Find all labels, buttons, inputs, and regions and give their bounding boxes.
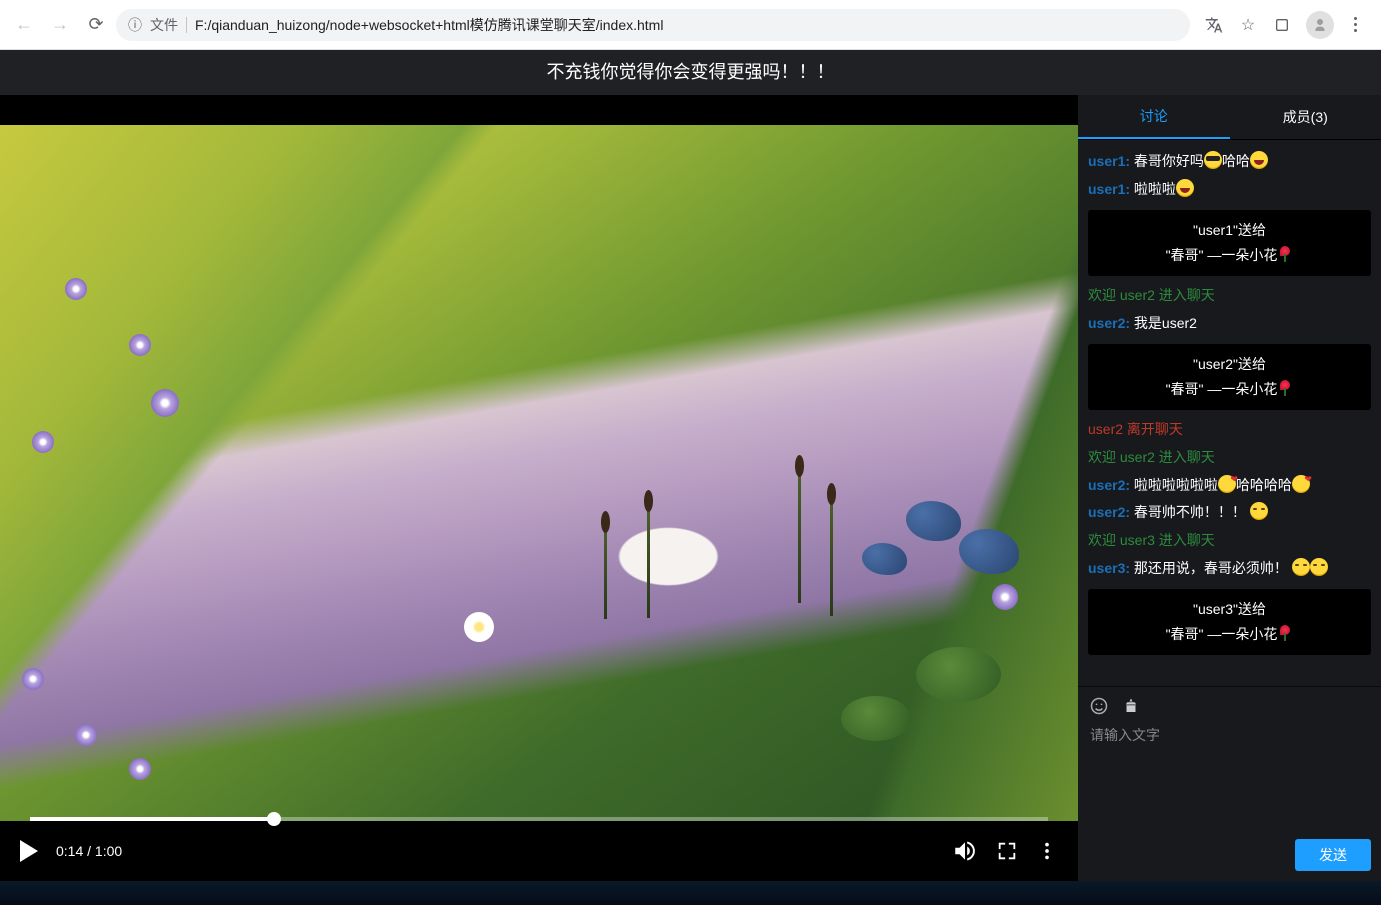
laugh-emoji-icon	[1176, 179, 1194, 197]
volume-button[interactable]	[952, 838, 978, 864]
tab-discuss[interactable]: 讨论	[1078, 95, 1230, 139]
chat-input-area: 请输入文字 发送	[1078, 686, 1381, 881]
progress-fill	[30, 817, 274, 821]
username: user3:	[1088, 560, 1130, 576]
main-area: 0:14 / 1:00 讨论 成员(3) user1: 春哥你好吗哈哈u	[0, 95, 1381, 881]
address-bar[interactable]: ⓘ 文件 F:/qianduan_huizong/node+websocket+…	[116, 9, 1190, 41]
translate-icon[interactable]	[1204, 15, 1224, 35]
chat-tabs: 讨论 成员(3)	[1078, 95, 1381, 140]
think-emoji-icon	[1292, 558, 1310, 576]
gift-message: "user2"送给"春哥" —一朵小花	[1088, 344, 1371, 410]
username: user1:	[1088, 153, 1130, 169]
username: user2:	[1088, 477, 1130, 493]
message-list[interactable]: user1: 春哥你好吗哈哈 user1: 啦啦啦 "user1"送给"春哥" —一…	[1078, 140, 1381, 686]
reload-button[interactable]: ⟳	[80, 9, 112, 41]
info-icon: ⓘ	[128, 15, 142, 35]
back-button[interactable]: ←	[8, 9, 40, 41]
cool-emoji-icon	[1204, 151, 1222, 169]
browser-toolbar: ← → ⟳ ⓘ 文件 F:/qianduan_huizong/node+webs…	[0, 0, 1381, 50]
rose-icon	[1277, 380, 1293, 396]
profile-avatar[interactable]	[1306, 11, 1334, 39]
chat-message: user1: 啦啦啦	[1088, 178, 1371, 202]
username: user2:	[1088, 504, 1130, 520]
think-emoji-icon	[1310, 558, 1328, 576]
separator	[186, 17, 187, 33]
chat-message: user2: 春哥帅不帅！！！	[1088, 501, 1371, 525]
forward-button[interactable]: →	[44, 9, 76, 41]
os-taskbar[interactable]	[0, 881, 1381, 905]
browser-actions: ☆	[1204, 11, 1363, 39]
laugh-emoji-icon	[1250, 151, 1268, 169]
chat-message: user2: 我是user2	[1088, 312, 1371, 336]
bookmark-icon[interactable]: ☆	[1238, 15, 1258, 35]
tab-members[interactable]: 成员(3)	[1230, 95, 1381, 139]
rose-icon	[1277, 246, 1293, 262]
file-label: 文件	[150, 15, 178, 35]
system-join: 欢迎 user3 进入聊天	[1088, 529, 1371, 553]
chat-message: user2: 啦啦啦啦啦啦哈哈哈哈	[1088, 474, 1371, 498]
time-display: 0:14 / 1:00	[56, 843, 122, 859]
banner-text: 不充钱你觉得你会变得更强吗！！！	[0, 50, 1381, 95]
current-time: 0:14	[56, 843, 83, 859]
send-button[interactable]: 发送	[1295, 839, 1371, 871]
url-text: F:/qianduan_huizong/node+websocket+html模…	[195, 15, 663, 35]
gift-message: "user3"送给"春哥" —一朵小花	[1088, 589, 1371, 655]
system-join: 欢迎 user2 进入聊天	[1088, 446, 1371, 470]
page-body: 不充钱你觉得你会变得更强吗！！！	[0, 50, 1381, 881]
chat-message: user1: 春哥你好吗哈哈	[1088, 150, 1371, 174]
video-canvas[interactable]	[0, 95, 1078, 821]
scene-art	[0, 125, 1078, 821]
username: user1:	[1088, 181, 1130, 197]
play-button[interactable]	[20, 840, 38, 862]
chat-message: user3: 那还用说，春哥必须帅！	[1088, 557, 1371, 581]
progress-bar[interactable]	[30, 817, 1048, 821]
more-button[interactable]	[1036, 840, 1058, 862]
duration: 1:00	[95, 843, 122, 859]
username: user2:	[1088, 315, 1130, 331]
menu-button[interactable]	[1348, 11, 1363, 38]
heart-emoji-icon	[1218, 475, 1236, 493]
heart-emoji-icon	[1292, 475, 1310, 493]
rose-icon	[1277, 625, 1293, 641]
gift-icon[interactable]	[1120, 695, 1142, 717]
extension-icon[interactable]	[1272, 15, 1292, 35]
fullscreen-button[interactable]	[996, 840, 1018, 862]
video-player: 0:14 / 1:00	[0, 95, 1078, 881]
video-controls: 0:14 / 1:00	[0, 821, 1078, 881]
gift-message: "user1"送给"春哥" —一朵小花	[1088, 210, 1371, 276]
chat-sidebar: 讨论 成员(3) user1: 春哥你好吗哈哈 user1: 啦啦啦 "user1"…	[1078, 95, 1381, 881]
emoji-picker-icon[interactable]	[1088, 695, 1110, 717]
message-input[interactable]: 请输入文字	[1088, 723, 1371, 833]
system-leave: user2 离开聊天	[1088, 418, 1371, 442]
think-emoji-icon	[1250, 502, 1268, 520]
system-join: 欢迎 user2 进入聊天	[1088, 284, 1371, 308]
